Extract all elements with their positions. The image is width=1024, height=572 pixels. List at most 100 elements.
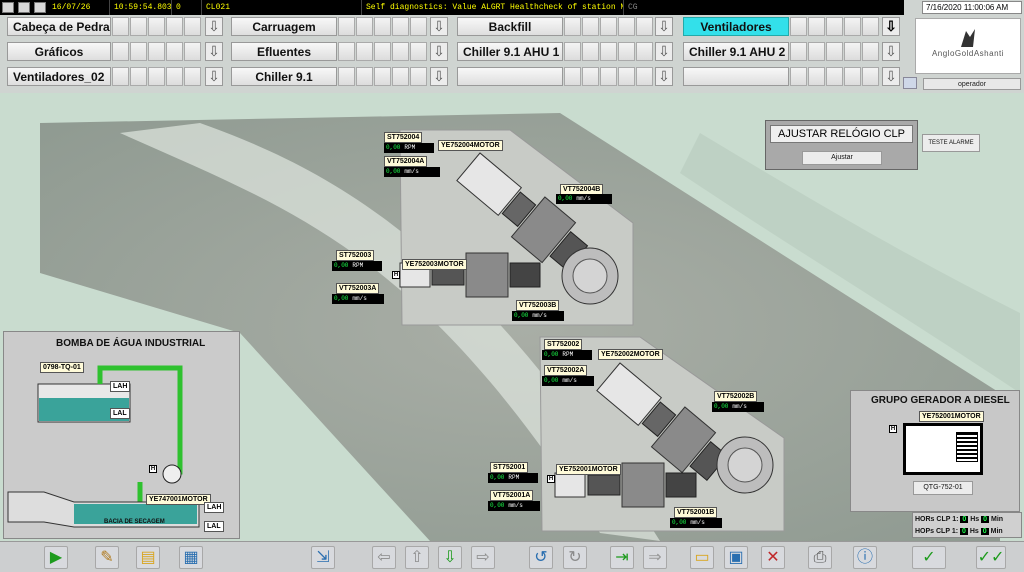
plant-overview: ST752004 0,00 RPM YE752004MOTOR VT752004A… [0,93,1024,541]
fan-4-motor-tag[interactable]: YE752001MOTOR [556,464,621,475]
fan-4-vib-b-display: 0,00 mm/s [670,518,722,528]
fan-3-vib-a-tag[interactable]: VT752002A [544,365,588,376]
clock-adjust-panel: AJUSTAR RELÓGIO CLP Ajustar [765,120,918,170]
print-icon[interactable]: ⎙ [808,546,832,569]
nav-row-1: Cabeça de Pedra ⇩ Carruagem ⇩ Backfill ⇩… [0,17,904,38]
fan-2-vib-b-display: 0,00 mm/s [512,311,564,321]
status-code: CL021 [202,0,362,15]
fan-4-speed-display: 0,00 RPM [488,473,538,483]
arrow-right-icon[interactable]: ⇨ [471,546,495,569]
info-icon[interactable]: ⓘ [853,546,877,569]
fan-4-vib-a-tag[interactable]: VT752001A [490,490,534,501]
nav-expand-arrow-icon[interactable]: ⇩ [205,67,223,86]
nav-empty-1[interactable] [457,67,563,86]
status-date: 16/07/26 [48,0,110,15]
arrow-down-icon[interactable]: ⇩ [438,546,462,569]
delete-icon[interactable]: ✕ [761,546,785,569]
generator-panel: GRUPO GERADOR A DIESEL YE752001MOTOR H Q… [850,390,1020,512]
arrow-up-icon[interactable]: ⇧ [405,546,429,569]
fan-2-speed-display: 0,00 RPM [332,261,382,271]
nav-cabeca-de-pedra[interactable]: Cabeça de Pedra [7,17,111,36]
test-alarm-button[interactable]: TESTE ALARME [922,134,980,152]
clock-panel-title: AJUSTAR RELÓGIO CLP [770,125,913,143]
login-icon[interactable]: ⇥ [610,546,634,569]
page-icon[interactable]: ▤ [136,546,160,569]
system-datetime: 7/16/2020 11:00:06 AM [922,1,1022,14]
fan-1-speed-display: 0,00 RPM [384,143,434,153]
pump-motor-tag[interactable]: YE747001MOTOR [146,494,211,505]
forward-icon[interactable]: ⇒ [643,546,667,569]
nav-expand-arrow-icon[interactable]: ⇩ [882,42,900,61]
fan-1-status-tag[interactable]: ST752004 [384,132,423,143]
status-count: 0 [172,0,202,15]
export-icon[interactable]: ⇲ [311,546,335,569]
fan-3-status-tag[interactable]: ST752002 [544,339,583,350]
status-suffix: CG [628,3,638,12]
double-checkmark-icon[interactable]: ✓✓ [976,546,1006,569]
nav-chiller-ahu-2[interactable]: Chiller 9.1 AHU 2 [683,42,789,61]
arrow-left-icon[interactable]: ⇦ [372,546,396,569]
generator-radiator-icon [956,432,978,462]
nav-expand-arrow-icon[interactable]: ⇩ [882,67,900,86]
nav-backfill[interactable]: Backfill [457,17,563,36]
fan-1-motor-tag[interactable]: YE752004MOTOR [438,140,503,151]
tank-tag[interactable]: 0798-TQ-01 [40,362,84,373]
menu-icon[interactable] [34,2,46,13]
fan-3-vib-b-tag[interactable]: VT752002B [714,391,758,402]
adjust-clock-button[interactable]: Ajustar [802,151,882,165]
nav-expand-arrow-icon[interactable]: ⇩ [430,42,448,61]
fan-1-vib-b-display: 0,00 mm/s [556,194,612,204]
play-icon[interactable]: ▶ [44,546,68,569]
nav-carruagem[interactable]: Carruagem [231,17,337,36]
nav-graficos[interactable]: Gráficos [7,42,111,61]
nav-ventiladores-02[interactable]: Ventiladores_02 [7,67,111,86]
tank-lal-indicator: LAL [110,408,130,419]
fan-2-vib-a-display: 0,00 mm/s [332,294,384,304]
generator-unit[interactable] [903,423,983,475]
nav-expand-arrow-icon[interactable]: ⇩ [655,42,673,61]
nav-chiller-ahu-1[interactable]: Chiller 9.1 AHU 1 [457,42,563,61]
fan-2-vib-a-tag[interactable]: VT752003A [336,283,380,294]
user-icon[interactable] [903,77,917,89]
status-message[interactable]: Self diagnostics: Value ALGRT Healthchec… [362,0,624,15]
fan-2-motor-tag[interactable]: YE752003MOTOR [402,259,467,270]
folder-icon[interactable]: ▭ [690,546,714,569]
pump-panel: BOMBA DE ÁGUA INDUSTRIAL 0798-TQ-01 LAH … [3,331,240,539]
undo-icon[interactable]: ↺ [529,546,553,569]
company-logo: AngloGoldAshanti [915,18,1021,74]
generator-hours: HORs CLP 1: 0 Hs 0 Min HOPs CLP 1: 0 Hs … [912,512,1022,538]
nav-expand-arrow-icon[interactable]: ⇩ [882,17,900,36]
window-icon[interactable] [2,2,14,13]
nav-expand-arrow-icon[interactable]: ⇩ [430,17,448,36]
generator-motor-tag[interactable]: YE752001MOTOR [919,411,984,422]
nav-efluentes[interactable]: Efluentes [231,42,337,61]
save-icon[interactable]: ▣ [724,546,748,569]
generator-unit-tag[interactable]: QTG-752-01 [913,481,973,495]
nav-chiller-9-1[interactable]: Chiller 9.1 [231,67,337,86]
fan-4-vib-b-tag[interactable]: VT752001B [674,507,718,518]
status-time: 10:59:54.803 [110,0,172,15]
nav-expand-arrow-icon[interactable]: ⇩ [430,67,448,86]
fan-2-h-indicator: H [392,271,400,279]
nav-row-2: Gráficos ⇩ Efluentes ⇩ Chiller 9.1 AHU 1… [0,42,904,63]
fan-3-motor-tag[interactable]: YE752002MOTOR [598,349,663,360]
checkmark-icon[interactable]: ✓ [912,546,946,569]
generator-panel-title: GRUPO GERADOR A DIESEL [871,395,1010,406]
basin-label: BACIA DE SECAGEM [104,519,165,525]
nav-empty-2[interactable] [683,67,789,86]
redo-icon[interactable]: ↻ [563,546,587,569]
nav-expand-arrow-icon[interactable]: ⇩ [205,17,223,36]
nav-expand-arrow-icon[interactable]: ⇩ [205,42,223,61]
lion-logo-icon [961,29,975,47]
alarm-icon[interactable] [18,2,30,13]
nav-expand-arrow-icon[interactable]: ⇩ [655,67,673,86]
wrench-icon[interactable]: ✎ [95,546,119,569]
nav-expand-arrow-icon[interactable]: ⇩ [655,17,673,36]
fan-4-status-tag[interactable]: ST752001 [490,462,529,473]
fan-2-vib-b-tag[interactable]: VT752003B [516,300,560,311]
document-icon[interactable]: ▦ [179,546,203,569]
fan-1-vib-a-tag[interactable]: VT752004A [384,156,428,167]
fan-2-status-tag[interactable]: ST752003 [336,250,375,261]
fan-4-h-indicator: H [547,475,555,483]
nav-ventiladores[interactable]: Ventiladores [683,17,789,36]
